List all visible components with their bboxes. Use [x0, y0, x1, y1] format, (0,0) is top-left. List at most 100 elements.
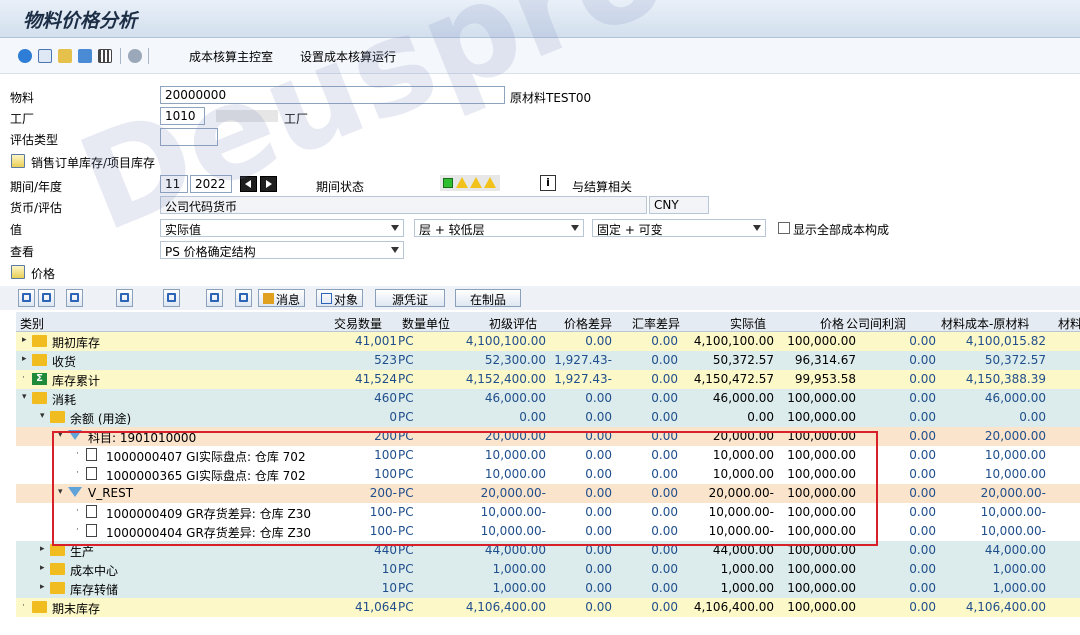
- info-icon[interactable]: i: [540, 175, 556, 191]
- table-row[interactable]: · Σ 库存累计 41,524 PC 4,152,400.00 1,927.43- 0.00 4…: [16, 370, 1080, 389]
- expand-toggle-icon[interactable]: ▾: [22, 392, 27, 402]
- view-dropdown[interactable]: PS 价格确定结构: [160, 241, 404, 259]
- cell-ic: 0.00: [909, 372, 936, 386]
- column-header[interactable]: 材料: [1058, 315, 1080, 332]
- cell-price: 99,953.58: [794, 372, 856, 386]
- cell-mat: 10,000.00: [984, 467, 1046, 481]
- cell-unit: PC: [398, 372, 414, 386]
- wip-button[interactable]: 在制品: [455, 289, 522, 307]
- plant-description: 工厂: [284, 112, 309, 126]
- column-header[interactable]: 公司间利润: [846, 315, 906, 332]
- hierarchy-icon[interactable]: [235, 289, 252, 307]
- column-header[interactable]: 实际值: [730, 315, 766, 332]
- expand-toggle-icon[interactable]: ▸: [22, 354, 27, 364]
- cell-mat: 10,000.00-: [980, 505, 1046, 519]
- layout-icon[interactable]: [38, 49, 52, 63]
- costing-cockpit-button[interactable]: 成本核算主控室: [189, 48, 273, 65]
- value-dropdown[interactable]: 实际值: [160, 219, 404, 237]
- cell-qty: 523: [374, 353, 397, 367]
- expand-toggle-icon[interactable]: ▸: [22, 335, 27, 345]
- table-row[interactable]: · 期末库存 41,064 PC 4,106,400.00 0.00 0.00 4,106,4…: [16, 598, 1080, 617]
- cell-mat: 20,000.00-: [980, 486, 1046, 500]
- view-icon[interactable]: [206, 289, 223, 307]
- cell-fx: 0.00: [651, 581, 678, 595]
- row-category[interactable]: 库存转储: [70, 581, 118, 598]
- cell-ic: 0.00: [909, 429, 936, 443]
- price-section-toggle-icon[interactable]: [11, 265, 25, 279]
- show-all-checkbox[interactable]: [778, 222, 790, 234]
- next-period-button[interactable]: [260, 176, 277, 192]
- row-category[interactable]: 余额 (用途): [70, 410, 131, 427]
- expand-icon[interactable]: [18, 289, 35, 307]
- column-header[interactable]: 数量单位: [402, 315, 450, 332]
- column-header[interactable]: 价格: [820, 315, 844, 332]
- plant-input[interactable]: 1010: [160, 107, 205, 125]
- expand-toggle-icon[interactable]: ▸: [40, 563, 45, 573]
- table-row[interactable]: ▸ 库存转储 10 PC 1,000.00 0.00 0.00 1,000.00 100,000…: [16, 579, 1080, 598]
- chevron-down-icon: [753, 225, 761, 231]
- cell-price: 100,000.00: [787, 562, 856, 576]
- source-document-button[interactable]: 源凭证: [375, 289, 446, 307]
- cell-ic: 0.00: [909, 562, 936, 576]
- cell-pvar: 0.00: [585, 410, 612, 424]
- expand-toggle-icon[interactable]: ▸: [40, 544, 45, 554]
- price-section-label[interactable]: 价格: [31, 265, 55, 282]
- material-input[interactable]: 20000000: [160, 86, 505, 104]
- cell-fx: 0.00: [651, 353, 678, 367]
- cell-actual: 50,372.57: [712, 353, 774, 367]
- object-button[interactable]: 对象: [316, 289, 364, 307]
- column-header[interactable]: 价格差异: [564, 315, 612, 332]
- status-yellow-icon: [484, 177, 496, 188]
- display-icon[interactable]: [78, 49, 92, 63]
- row-category[interactable]: 收货: [52, 353, 76, 370]
- title-bar: 物料价格分析: [0, 0, 1080, 38]
- table-row[interactable]: ▸ 期初库存 41,001 PC 4,100,100.00 0.00 0.00 4,100,1…: [16, 332, 1080, 351]
- table-row[interactable]: ▸ 成本中心 10 PC 1,000.00 0.00 0.00 1,000.00 100,000…: [16, 560, 1080, 579]
- level-dropdown[interactable]: 层 + 较低层: [414, 219, 584, 237]
- print-icon[interactable]: [116, 289, 133, 307]
- table-row[interactable]: ▾ 消耗 460 PC 46,000.00 0.00 0.00 46,000.00 100,00…: [16, 389, 1080, 408]
- valuation-type-input[interactable]: [160, 128, 218, 146]
- execute-icon[interactable]: [18, 49, 32, 63]
- fixed-variable-dropdown[interactable]: 固定 + 可变: [592, 219, 766, 237]
- columns-icon[interactable]: [98, 49, 112, 63]
- cell-unit: PC: [398, 600, 414, 614]
- cell-price: 100,000.00: [787, 581, 856, 595]
- period-input[interactable]: 11: [160, 175, 188, 193]
- column-header[interactable]: 材料成本-原材料: [941, 315, 1029, 332]
- row-category[interactable]: 期初库存: [52, 334, 100, 351]
- previous-period-button[interactable]: [240, 176, 257, 192]
- cell-unit: PC: [398, 334, 414, 348]
- column-header[interactable]: 类别: [20, 315, 44, 332]
- column-header[interactable]: 初级评估: [489, 315, 537, 332]
- highlight-box: [52, 431, 878, 546]
- row-category[interactable]: 库存累计: [52, 372, 100, 389]
- row-category[interactable]: 消耗: [52, 391, 76, 408]
- cell-price: 100,000.00: [787, 410, 856, 424]
- layout-icon[interactable]: [163, 289, 180, 307]
- collapse-icon[interactable]: [38, 289, 55, 307]
- cell-fx: 0.00: [651, 391, 678, 405]
- currency-code: CNY: [649, 196, 709, 214]
- costing-run-button[interactable]: 设置成本核算运行: [300, 48, 396, 65]
- cell-mat: 50,372.57: [984, 353, 1046, 367]
- table-row[interactable]: ▾ 余额 (用途) 0 PC 0.00 0.00 0.00 0.00 100,000.00 0.0…: [16, 408, 1080, 427]
- expand-toggle-icon[interactable]: ▸: [40, 582, 45, 592]
- cell-pvar: 0.00: [585, 334, 612, 348]
- sales-order-stock-label[interactable]: 销售订单库存/项目库存: [31, 154, 155, 171]
- sales-order-toggle-icon[interactable]: [11, 154, 25, 168]
- row-category[interactable]: 期末库存: [52, 600, 100, 617]
- folder-icon: [50, 411, 65, 423]
- info-icon[interactable]: [128, 49, 142, 63]
- hierarchy-icon[interactable]: [58, 49, 72, 63]
- column-header[interactable]: 汇率差异: [632, 315, 680, 332]
- messages-button[interactable]: 消息: [258, 289, 306, 307]
- column-header[interactable]: 交易数量: [334, 315, 382, 332]
- cell-qty: 10: [381, 562, 397, 576]
- find-icon[interactable]: [66, 289, 83, 307]
- table-row[interactable]: ▸ 收货 523 PC 52,300.00 1,927.43- 0.00 50,372.57 9…: [16, 351, 1080, 370]
- cell-mat: 10,000.00: [984, 448, 1046, 462]
- year-input[interactable]: 2022: [190, 175, 232, 193]
- row-category[interactable]: 成本中心: [70, 562, 118, 579]
- expand-toggle-icon[interactable]: ▾: [40, 411, 45, 421]
